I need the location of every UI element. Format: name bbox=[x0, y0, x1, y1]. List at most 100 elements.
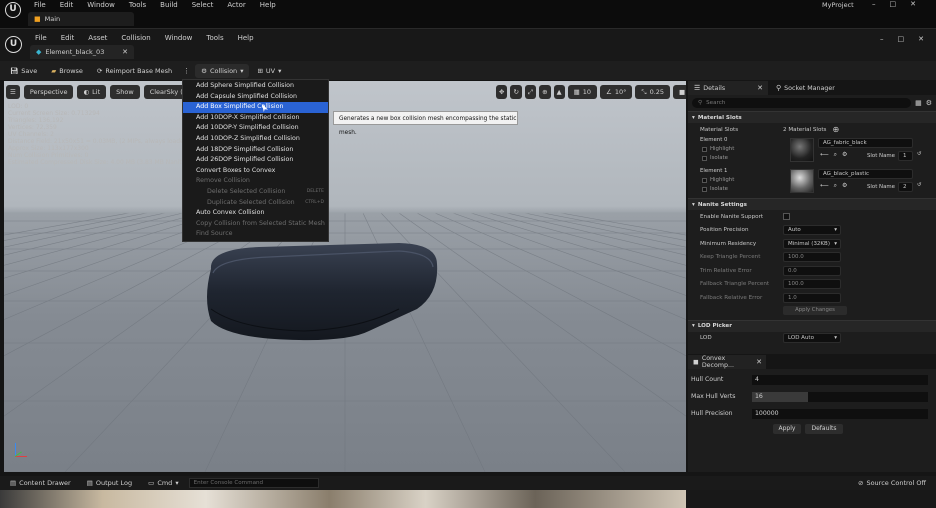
tab-asset[interactable]: ◆ Element_black_03 ✕ bbox=[30, 45, 134, 59]
options-icon[interactable]: ⚙ bbox=[842, 151, 847, 159]
minimize-icon[interactable]: – bbox=[880, 35, 884, 43]
os-menu-help[interactable]: Help bbox=[253, 1, 283, 9]
collision-menu-item[interactable]: Add 10DOP-Y Simplified Collision bbox=[183, 123, 328, 134]
section-lod-picker[interactable]: ▾ LOD Picker bbox=[688, 319, 936, 332]
search-input[interactable]: ⚲ Search bbox=[692, 98, 912, 108]
show-button[interactable]: Show bbox=[110, 85, 140, 99]
perspective-button[interactable]: Perspective bbox=[23, 85, 74, 99]
section-material-slots[interactable]: ▾ Material Slots bbox=[688, 111, 936, 123]
max-hull-verts-slider[interactable]: 16 bbox=[752, 391, 928, 402]
browse-button[interactable]: ▰ Browse bbox=[45, 64, 89, 78]
collision-menu-item[interactable]: Add 10DOP-Z Simplified Collision bbox=[183, 134, 328, 145]
rotate-tool-icon[interactable]: ↻ bbox=[510, 85, 522, 99]
os-menu-edit[interactable]: Edit bbox=[53, 1, 81, 9]
grid-view-icon[interactable]: ▦ bbox=[915, 99, 922, 107]
use-selected-icon[interactable]: ⟵ bbox=[820, 151, 829, 159]
camera-speed-button[interactable]: ■4 bbox=[673, 85, 686, 99]
collision-menu-item[interactable]: Auto Convex Collision bbox=[183, 208, 328, 219]
tab-close-icon[interactable]: ✕ bbox=[122, 48, 128, 56]
reimport-button[interactable]: ⟳ Reimport Base Mesh bbox=[91, 64, 178, 78]
collision-menu-item[interactable]: Add Box Simplified Collision bbox=[183, 102, 328, 113]
defaults-button[interactable]: Defaults bbox=[805, 424, 843, 434]
editor-menu-edit[interactable]: Edit bbox=[54, 34, 82, 42]
grid-snap-button[interactable]: ▦ 10 bbox=[567, 85, 597, 99]
nanite-number-field[interactable]: 100.0 bbox=[783, 279, 841, 290]
use-selected-icon[interactable]: ⟵ bbox=[820, 182, 829, 190]
os-menu-actor[interactable]: Actor bbox=[220, 1, 252, 9]
console-input[interactable]: Enter Console Command bbox=[188, 478, 319, 488]
reset-icon[interactable]: ↺ bbox=[917, 151, 922, 157]
nanite-number-field[interactable]: 0.0 bbox=[783, 265, 841, 276]
editor-menu-file[interactable]: File bbox=[28, 34, 54, 42]
source-control-button[interactable]: ⊘ Source Control Off bbox=[852, 476, 932, 490]
isolate-checkbox[interactable] bbox=[702, 155, 707, 161]
collision-menu-item[interactable]: Add 10DOP-X Simplified Collision bbox=[183, 113, 328, 124]
collision-menu-item[interactable]: Add 18DOP Simplified Collision bbox=[183, 145, 328, 156]
os-menu-select[interactable]: Select bbox=[185, 1, 221, 9]
tab-details[interactable]: ☰ Details ✕ bbox=[688, 81, 768, 95]
close-icon[interactable]: ✕ bbox=[918, 35, 924, 43]
tab-convex-decomposition[interactable]: ◼ Convex Decomp... ✕ bbox=[688, 355, 766, 369]
collision-menu-item[interactable]: Add Sphere Simplified Collision bbox=[183, 81, 328, 92]
isolate-checkbox[interactable] bbox=[702, 186, 707, 192]
surface-snap-icon[interactable]: ▲ bbox=[553, 85, 565, 99]
tab-main[interactable]: ■ Main bbox=[28, 12, 134, 26]
slot-name-field[interactable]: 2 bbox=[898, 182, 913, 192]
material-name-field[interactable]: AG_black_plastic bbox=[818, 169, 913, 179]
reset-icon[interactable]: ↺ bbox=[917, 182, 922, 188]
editor-menu-window[interactable]: Window bbox=[158, 34, 200, 42]
save-button[interactable]: 💾︎ Save bbox=[4, 64, 43, 78]
nanite-enable-checkbox[interactable] bbox=[783, 213, 790, 221]
editor-menu-asset[interactable]: Asset bbox=[81, 34, 114, 42]
os-menu-tools[interactable]: Tools bbox=[122, 1, 153, 9]
more-options-icon[interactable]: ⋮ bbox=[180, 67, 193, 75]
tab-socket-manager[interactable]: ⚲ Socket Manager bbox=[768, 84, 835, 92]
add-icon[interactable]: ⊕ bbox=[832, 125, 839, 134]
editor-menu-collision[interactable]: Collision bbox=[114, 34, 157, 42]
close-icon[interactable]: ✕ bbox=[757, 84, 763, 92]
scale-tool-icon[interactable]: ⤢ bbox=[524, 85, 537, 99]
output-log-button[interactable]: ▤ Output Log bbox=[81, 476, 138, 490]
highlight-checkbox[interactable] bbox=[702, 146, 707, 152]
apply-button[interactable]: Apply bbox=[773, 424, 801, 434]
collision-menu-button[interactable]: ⚙ Collision ▾ bbox=[195, 63, 250, 78]
highlight-checkbox[interactable] bbox=[702, 177, 707, 183]
apply-changes-button[interactable]: Apply Changes bbox=[783, 306, 847, 315]
material-thumbnail[interactable] bbox=[790, 138, 814, 162]
close-icon[interactable]: ✕ bbox=[756, 358, 762, 366]
browse-icon[interactable]: ⌕ bbox=[834, 151, 837, 159]
lod-select[interactable]: LOD Auto ▾ bbox=[783, 333, 841, 344]
collision-menu-item[interactable]: Add 26DOP Simplified Collision bbox=[183, 155, 328, 166]
section-nanite[interactable]: ▾ Nanite Settings bbox=[688, 198, 936, 210]
collision-menu-item[interactable]: Add Capsule Simplified Collision bbox=[183, 92, 328, 103]
viewport-options-button[interactable]: ☰ bbox=[6, 85, 20, 99]
editor-menu-tools[interactable]: Tools bbox=[199, 34, 230, 42]
maximize-icon[interactable]: □ bbox=[890, 0, 897, 8]
nanite-select[interactable]: Minimal (32KB) ▾ bbox=[783, 238, 841, 249]
nanite-select[interactable]: Auto ▾ bbox=[783, 225, 841, 236]
os-menu-window[interactable]: Window bbox=[80, 1, 122, 9]
cmd-button[interactable]: ▭ Cmd ▾ bbox=[142, 476, 184, 490]
hull-precision-input[interactable]: 100000 bbox=[752, 408, 928, 419]
editor-menu-help[interactable]: Help bbox=[231, 34, 261, 42]
angle-snap-button[interactable]: ∠ 10° bbox=[600, 85, 633, 99]
collision-menu-item[interactable]: Convert Boxes to Convex bbox=[183, 166, 328, 177]
scale-snap-button[interactable]: ⤡ 0.25 bbox=[635, 85, 671, 99]
nanite-number-field[interactable]: 1.0 bbox=[783, 292, 841, 303]
material-thumbnail[interactable] bbox=[790, 169, 814, 193]
material-name-field[interactable]: AG_fabric_black bbox=[818, 138, 913, 148]
os-menu-build[interactable]: Build bbox=[153, 1, 185, 9]
slot-name-field[interactable]: 1 bbox=[898, 151, 913, 161]
hull-count-input[interactable]: 4 bbox=[752, 374, 928, 385]
browse-icon[interactable]: ⌕ bbox=[834, 182, 837, 190]
settings-icon[interactable]: ⚙ bbox=[926, 99, 932, 107]
world-space-icon[interactable]: ⊕ bbox=[539, 85, 551, 99]
translate-tool-icon[interactable]: ✥ bbox=[496, 85, 508, 99]
close-icon[interactable]: ✕ bbox=[910, 0, 916, 8]
maximize-icon[interactable]: □ bbox=[898, 35, 905, 43]
os-menu-file[interactable]: File bbox=[27, 1, 53, 9]
lit-button[interactable]: ◐ Lit bbox=[77, 85, 107, 99]
content-drawer-button[interactable]: ▤ Content Drawer bbox=[4, 476, 77, 490]
minimize-icon[interactable]: – bbox=[872, 0, 876, 8]
uv-menu-button[interactable]: ⊞ UV ▾ bbox=[251, 64, 287, 78]
